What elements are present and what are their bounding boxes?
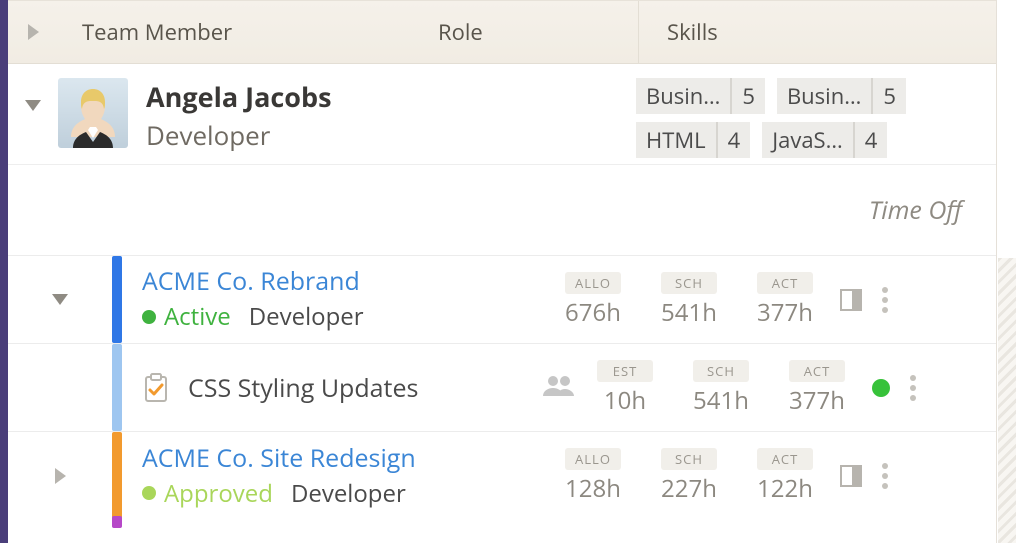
skills-list: Busin… 5 Busin… 5 HTML 4 JavaS… 4	[636, 78, 996, 158]
metric-value-sch: 541h	[680, 384, 762, 417]
column-header-skills[interactable]: Skills	[638, 1, 996, 63]
time-off-row: Time Off	[8, 165, 996, 255]
expand-all-icon[interactable]	[28, 24, 39, 40]
status-badge: Approved	[142, 477, 273, 510]
next-row-peek	[8, 516, 996, 528]
skill-level: 4	[716, 122, 751, 158]
panel-toggle-icon[interactable]	[840, 289, 862, 311]
metric-value-sch: 227h	[648, 472, 730, 505]
team-member-row: Angela Jacobs Developer Busin… 5 Busin… …	[8, 64, 996, 165]
row-menu-button[interactable]	[876, 281, 894, 319]
metric-label-allo: ALLO	[565, 448, 621, 470]
metrics: EST 10h SCH 541h ACT 377h	[584, 359, 858, 417]
people-icon	[542, 374, 576, 401]
metric-value-sch: 541h	[648, 296, 730, 329]
clipboard-icon	[142, 373, 170, 403]
skill-level: 4	[853, 122, 888, 158]
metric-value-allo: 676h	[552, 296, 634, 329]
allocation-row: CSS Styling Updates EST 10h SCH	[8, 344, 996, 432]
row-stripe	[112, 516, 122, 528]
right-gutter	[996, 0, 1016, 543]
metric-value-act: 122h	[744, 472, 826, 505]
row-menu-button[interactable]	[904, 369, 922, 407]
collapse-project-icon[interactable]	[52, 294, 68, 305]
metric-label-act: ACT	[757, 448, 813, 470]
app-left-accent	[0, 0, 8, 543]
metric-value-act: 377h	[744, 296, 826, 329]
skill-level: 5	[871, 78, 906, 114]
skill-label: Busin…	[777, 78, 871, 114]
allocation-row: ACME Co. Site Redesign Approved Develope…	[8, 432, 996, 520]
skill-level: 5	[730, 78, 765, 114]
allocations-list: ACME Co. Rebrand Active Developer ALLO 6…	[8, 255, 996, 528]
skill-label: HTML	[636, 122, 716, 158]
status-badge: Active	[142, 300, 231, 333]
metrics: ALLO 676h SCH 541h ACT 377h	[552, 271, 826, 329]
metric-label-est: EST	[597, 360, 653, 382]
member-role: Developer	[146, 117, 332, 153]
metric-label-allo: ALLO	[565, 272, 621, 294]
metric-value-act: 377h	[776, 384, 858, 417]
column-header-skills-label: Skills	[667, 17, 718, 47]
skill-chip[interactable]: HTML 4	[636, 122, 750, 158]
expand-project-icon[interactable]	[55, 468, 66, 484]
metric-label-sch: SCH	[661, 272, 717, 294]
time-off-label[interactable]: Time Off	[869, 193, 962, 227]
metric-label-act: ACT	[757, 272, 813, 294]
project-link[interactable]: ACME Co. Rebrand	[142, 266, 552, 296]
skill-label: Busin…	[636, 78, 730, 114]
column-header-row: Team Member Role Skills	[8, 0, 996, 64]
column-header-member-label: Team Member	[82, 17, 232, 47]
column-header-member[interactable]: Team Member	[58, 1, 438, 63]
task-title[interactable]: CSS Styling Updates	[188, 373, 418, 403]
skill-chip[interactable]: JavaS… 4	[762, 122, 887, 158]
row-stripe	[112, 344, 122, 431]
project-link[interactable]: ACME Co. Site Redesign	[142, 443, 552, 473]
allocation-row: ACME Co. Rebrand Active Developer ALLO 6…	[8, 256, 996, 344]
collapse-member-icon[interactable]	[25, 100, 41, 111]
row-menu-button[interactable]	[876, 457, 894, 495]
column-header-role[interactable]: Role	[438, 1, 638, 63]
panel-toggle-icon[interactable]	[840, 465, 862, 487]
skill-chip[interactable]: Busin… 5	[636, 78, 765, 114]
allocation-role: Developer	[249, 300, 364, 333]
avatar[interactable]	[58, 78, 128, 148]
metric-value-allo: 128h	[552, 472, 634, 505]
status-dot-icon	[142, 486, 156, 500]
row-stripe	[112, 256, 122, 343]
metrics: ALLO 128h SCH 227h ACT 122h	[552, 447, 826, 505]
skill-label: JavaS…	[762, 122, 853, 158]
gutter-hatch	[998, 258, 1016, 543]
status-label: Approved	[164, 477, 273, 510]
metric-label-sch: SCH	[693, 360, 749, 382]
metric-value-est: 10h	[584, 384, 666, 417]
status-dot-icon	[142, 310, 156, 324]
status-label: Active	[164, 300, 231, 333]
row-stripe	[112, 432, 122, 520]
metric-label-act: ACT	[789, 360, 845, 382]
allocation-role: Developer	[291, 477, 406, 510]
member-name: Angela Jacobs	[146, 78, 332, 115]
skill-chip[interactable]: Busin… 5	[777, 78, 906, 114]
status-dot-icon[interactable]	[872, 379, 890, 397]
column-header-role-label: Role	[438, 17, 483, 47]
metric-label-sch: SCH	[661, 448, 717, 470]
